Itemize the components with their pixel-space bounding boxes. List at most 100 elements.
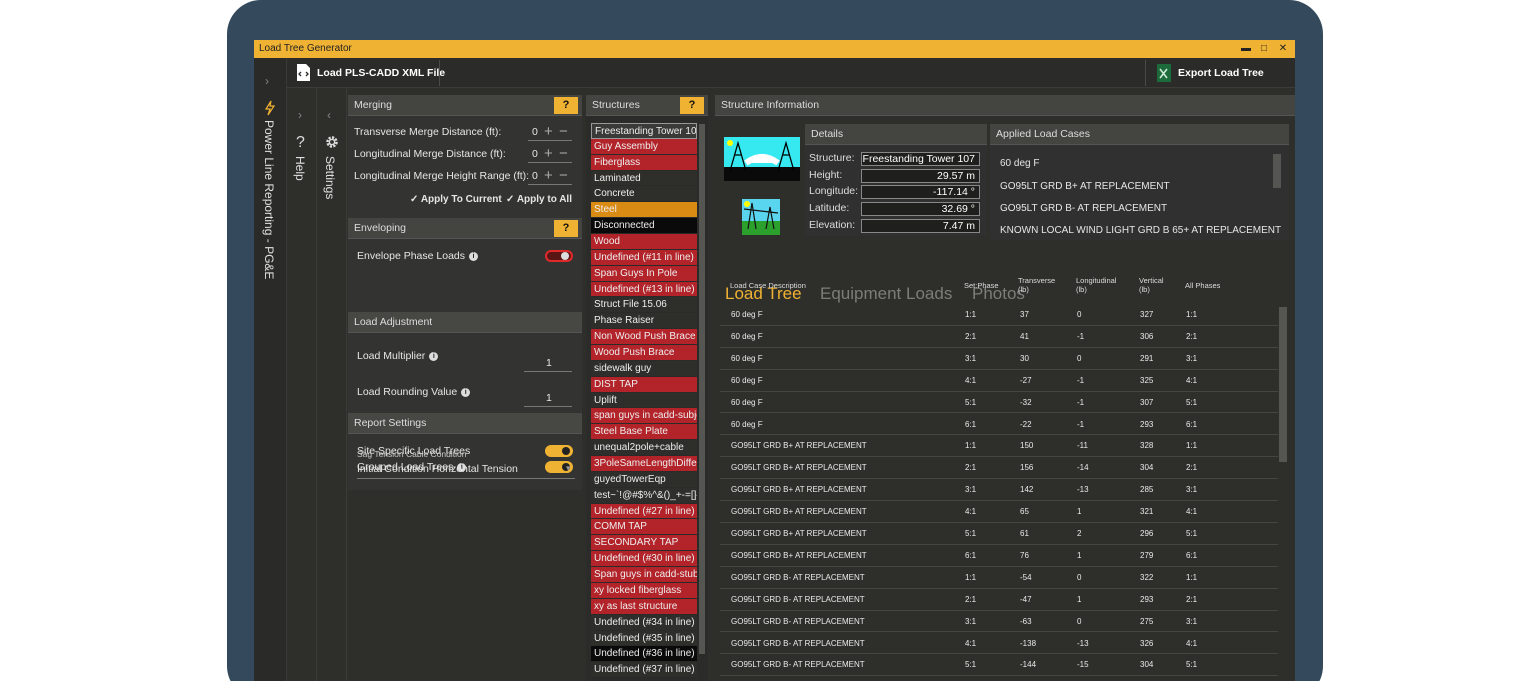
- tab-equipment-loads[interactable]: Equipment Loads: [820, 284, 952, 304]
- height-plus-button[interactable]: +: [544, 167, 553, 184]
- structure-list-item[interactable]: Wood Push Brace: [591, 345, 697, 361]
- structure-list-item[interactable]: Undefined (#35 in line): [591, 630, 697, 647]
- longitudinal-plus-button[interactable]: +: [544, 145, 553, 162]
- structure-list-item[interactable]: xy as last structure: [591, 598, 697, 615]
- table-row[interactable]: GO95LT GRD B+ AT REPLACEMENT 6:1 76 1 279 6:1: [720, 545, 1278, 567]
- apply-all-button[interactable]: ✓ Apply to All: [506, 194, 572, 205]
- envelope-phase-toggle[interactable]: [545, 250, 573, 262]
- structure-list-item[interactable]: xy locked fiberglass: [591, 582, 697, 599]
- table-row[interactable]: GO95LT GRD B- AT REPLACEMENT 3:1 -63 0 275 3:…: [720, 611, 1278, 633]
- settings-label[interactable]: Settings: [323, 156, 337, 199]
- transverse-minus-button[interactable]: −: [559, 123, 568, 140]
- table-row[interactable]: GO95LT GRD B- AT REPLACEMENT 4:1 -138 -13 32…: [720, 633, 1278, 655]
- structure-list-item[interactable]: Concrete: [591, 186, 697, 203]
- gear-icon[interactable]: [325, 135, 339, 149]
- structure-list-item[interactable]: Struct File 15.06: [591, 297, 697, 314]
- cases-scrollbar[interactable]: [1273, 154, 1281, 188]
- table-row[interactable]: GO95LT GRD B+ AT REPLACEMENT 3:1 142 -13 285…: [720, 479, 1278, 502]
- col-header-desc[interactable]: Load Case Description: [730, 281, 806, 290]
- structures-help-button[interactable]: ?: [680, 97, 704, 114]
- longitudinal-merge-input[interactable]: 0: [532, 148, 538, 160]
- structure-list-item[interactable]: 3PoleSameLengthDifferent: [591, 456, 697, 472]
- structure-list-item[interactable]: Span guys in cadd-stub: [591, 567, 697, 583]
- table-row[interactable]: GO95LT GRD B+ AT REPLACEMENT 2:1 156 -14 304…: [720, 457, 1278, 480]
- line-photo-icon[interactable]: [742, 199, 780, 235]
- col-header-transverse[interactable]: Transverse (lb): [1018, 276, 1055, 294]
- help-icon[interactable]: ?: [296, 134, 305, 152]
- structure-list-item[interactable]: span guys in cadd-subject: [591, 408, 697, 425]
- close-button[interactable]: ✕: [1275, 40, 1291, 58]
- table-row[interactable]: GO95LT GRD B- AT REPLACEMENT 1:1 -54 0 322 1:…: [720, 567, 1278, 589]
- load-rounding-input[interactable]: 1: [546, 392, 552, 404]
- structure-list-item[interactable]: test~`!@#$%^&()_+-=[]{}': [591, 487, 697, 504]
- table-row[interactable]: 60 deg F 2:1 41 -1 306 2:1: [720, 326, 1278, 348]
- table-row[interactable]: GO95LT GRD B+ AT REPLACEMENT 5:1 61 2 296 5:1: [720, 523, 1278, 545]
- table-scrollbar[interactable]: [1279, 307, 1287, 462]
- load-multiplier-input[interactable]: 1: [546, 357, 552, 369]
- structure-list-item[interactable]: COMM TAP: [591, 519, 697, 536]
- load-case-item[interactable]: GO95LT GRD B+ AT REPLACEMENT: [1000, 181, 1170, 192]
- transverse-plus-button[interactable]: +: [544, 123, 553, 140]
- table-row[interactable]: 60 deg F 3:1 30 0 291 3:1: [720, 348, 1278, 370]
- table-row[interactable]: 60 deg F 1:1 37 0 327 1:1: [720, 304, 1278, 326]
- structure-list-item[interactable]: Non Wood Push Brace: [591, 329, 697, 346]
- height-range-input[interactable]: 0: [532, 170, 538, 182]
- load-xml-button[interactable]: Load PLS-CADD XML File: [317, 58, 445, 88]
- structure-list-item[interactable]: Undefined (#13 in line): [591, 281, 697, 298]
- structure-list-item[interactable]: Undefined (#37 in line): [591, 662, 697, 679]
- structure-list-item[interactable]: Steel: [591, 202, 697, 219]
- structure-list-item[interactable]: Laminated: [591, 170, 697, 187]
- table-row[interactable]: GO95LT GRD B+ AT REPLACEMENT 1:1 150 -11 328…: [720, 435, 1278, 458]
- structure-list-item[interactable]: DIST TAP: [591, 376, 697, 393]
- table-row[interactable]: 60 deg F 5:1 -32 -1 307 5:1: [720, 392, 1278, 414]
- table-row[interactable]: 60 deg F 4:1 -27 -1 325 4:1: [720, 370, 1278, 392]
- chevron-down-icon[interactable]: ▾: [566, 463, 571, 474]
- table-row[interactable]: 60 deg F 6:1 -22 -1 293 6:1: [720, 414, 1278, 436]
- table-row[interactable]: GO95LT GRD B- AT REPLACEMENT 2:1 -47 1 293 2:…: [720, 589, 1278, 611]
- structure-list-item[interactable]: unequal2pole+cable: [591, 440, 697, 457]
- col-header-vertical[interactable]: Vertical (lb): [1139, 276, 1164, 294]
- structure-list-item[interactable]: Phase Raiser: [591, 313, 697, 330]
- structure-list-item[interactable]: sidewalk guy: [591, 360, 697, 377]
- structure-list-item[interactable]: Guy Assembly: [591, 138, 697, 155]
- structure-list-item[interactable]: Undefined (#27 in line): [591, 503, 697, 520]
- structure-list-item[interactable]: Fiberglass: [591, 154, 697, 171]
- structure-list-item[interactable]: guyedTowerEqp: [591, 471, 697, 488]
- table-row[interactable]: GO95LT GRD B- AT REPLACEMENT 5:1 -144 -15 30…: [720, 654, 1278, 677]
- table-row[interactable]: GO95LT GRD B+ AT REPLACEMENT 4:1 65 1 321 4:1: [720, 501, 1278, 523]
- merging-help-button[interactable]: ?: [554, 97, 578, 114]
- site-specific-toggle[interactable]: [545, 445, 573, 457]
- structure-list-item[interactable]: SECONDARY TAP: [591, 535, 697, 552]
- load-case-item[interactable]: 60 deg F: [1000, 158, 1039, 169]
- maximize-button[interactable]: □: [1256, 40, 1272, 58]
- col-header-all-phases[interactable]: All Phases: [1185, 281, 1220, 290]
- structure-list-item[interactable]: Undefined (#34 in line): [591, 614, 697, 631]
- col-header-phase[interactable]: Set:Phase: [964, 281, 999, 290]
- expand-rail-icon[interactable]: ›: [265, 74, 269, 88]
- structure-list-item[interactable]: Wood: [591, 234, 697, 250]
- transverse-merge-input[interactable]: 0: [532, 126, 538, 138]
- expand-help-icon[interactable]: ›: [298, 108, 302, 122]
- longitudinal-minus-button[interactable]: −: [559, 145, 568, 162]
- structures-scrollbar[interactable]: [699, 124, 705, 654]
- structure-list-item[interactable]: Undefined (#11 in line): [591, 249, 697, 266]
- minimize-button[interactable]: ▬: [1238, 40, 1254, 58]
- export-report-button[interactable]: Export Load Tree Report: [1178, 58, 1295, 109]
- load-case-item[interactable]: GO95LT GRD B- AT REPLACEMENT: [1000, 203, 1167, 214]
- structure-list-item[interactable]: Undefined (#36 in line): [591, 646, 697, 663]
- collapse-settings-icon[interactable]: ‹: [327, 108, 331, 122]
- col-header-longitudinal[interactable]: Longitudinal (lb): [1076, 276, 1116, 294]
- structure-list-item[interactable]: Disconnected: [591, 218, 697, 235]
- help-label[interactable]: Help: [293, 156, 307, 181]
- enveloping-help-button[interactable]: ?: [554, 220, 578, 237]
- structure-photo-icon[interactable]: [724, 137, 800, 181]
- sag-tension-select[interactable]: Initial Condition Horizontal Tension: [357, 463, 518, 475]
- structure-list-item[interactable]: Undefined (#30 in line): [591, 551, 697, 568]
- structure-list-item[interactable]: Uplift: [591, 392, 697, 409]
- structure-list-item[interactable]: Span Guys In Pole: [591, 265, 697, 282]
- height-minus-button[interactable]: −: [559, 167, 568, 184]
- structure-list-item[interactable]: Steel Base Plate: [591, 424, 697, 441]
- apply-current-button[interactable]: ✓ Apply To Current: [410, 194, 502, 205]
- load-case-item[interactable]: KNOWN LOCAL WIND LIGHT GRD B 65+ AT REPL…: [1000, 225, 1281, 236]
- structure-list-item[interactable]: Freestanding Tower 107: [591, 123, 697, 139]
